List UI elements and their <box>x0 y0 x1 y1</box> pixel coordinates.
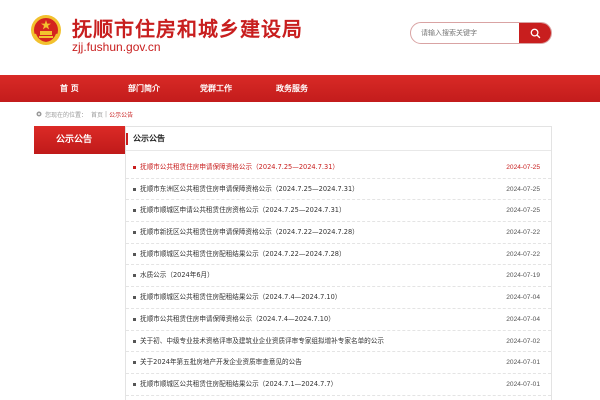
list-bullet <box>133 209 136 213</box>
list-item[interactable]: 抚顺市顺城区公共租赁住房配租结果公示（2024.7.1—2024.7.7） 20… <box>126 374 551 396</box>
list-item[interactable]: 抚顺市东洲区公共租赁住房申请保障资格公示（2024.7.25—2024.7.31… <box>126 179 551 201</box>
list-item-date: 2024-07-01 <box>506 380 540 388</box>
list-item-date: 2024-07-01 <box>506 359 540 367</box>
site-title: 抚顺市住房和城乡建设局 <box>72 17 303 41</box>
nav-item-party-work[interactable]: 党群工作 <box>200 75 232 102</box>
sidebar-tab-announcements[interactable]: 公示公告 <box>34 126 126 154</box>
breadcrumb-prefix: 您现在的位置： <box>45 111 88 119</box>
search-input[interactable] <box>411 23 523 43</box>
breadcrumb-home-link[interactable]: 首页 <box>91 110 103 119</box>
nav-item-department-intro[interactable]: 部门简介 <box>128 75 160 102</box>
panel-title: 公示公告 <box>133 134 165 143</box>
main-nav: 首 页 部门简介 党群工作 政务服务 <box>0 75 600 102</box>
list-item-title[interactable]: 水质公示（2024年6月） <box>140 265 214 286</box>
list-item[interactable]: 抚顺市顺城区申请公共租赁住房资格公示（2024.7.25—2024.7.31） … <box>126 200 551 223</box>
list-item-date: 2024-07-25 <box>506 207 540 215</box>
list-item-title[interactable]: 抚顺市公共租赁住房申请保障资格公示（2024.7.4—2024.7.10） <box>140 309 335 330</box>
list-item[interactable]: 抚顺市公共租赁住房申请保障资格公示（2024.7.4—2024.7.10） 20… <box>126 309 551 331</box>
search-icon <box>530 24 541 43</box>
list-item[interactable]: 抚顺市公共租赁住房申请保障资格公示（2024.7.25—2024.7.31） 2… <box>126 157 551 179</box>
list-item-date: 2024-07-04 <box>506 294 540 302</box>
site-header: 抚顺市住房和城乡建设局 zjj.fushun.gov.cn <box>0 0 600 75</box>
list-bullet <box>133 361 136 365</box>
breadcrumb: 您现在的位置： 首页 | 公示公告 <box>36 108 133 120</box>
list-item-title[interactable]: 抚顺市顺城区公共租赁住房配租结果公示（2024.7.4—2024.7.10） <box>140 287 341 308</box>
list-bullet <box>133 231 136 235</box>
list-bullet <box>133 166 136 169</box>
search-box <box>410 22 552 44</box>
list-item-title[interactable]: 关于2024年第五批房地产开发企业资质审查意见的公告 <box>140 352 302 373</box>
list-item-title[interactable]: 关于初、中级专业技术资格评审及建筑业企业资质评审专家组拟增补专家名单的公示 <box>140 331 384 352</box>
list-item-date: 2024-07-22 <box>506 250 540 258</box>
list-item[interactable]: 抚顺市顺城区公共租赁住房配租结果公示（2024.7.4—2024.7.10） 2… <box>126 287 551 309</box>
site-domain: zjj.fushun.gov.cn <box>72 40 161 54</box>
list-item-title[interactable]: 抚顺市顺城区公共租赁住房配租结果公示（2024.7.22—2024.7.28） <box>140 244 346 265</box>
list-bullet <box>133 252 136 256</box>
list-item-date: 2024-07-22 <box>506 229 540 237</box>
list-item[interactable]: 关于2024年第五批房地产开发企业资质审查意见的公告 2024-07-01 <box>126 352 551 374</box>
panel-header: 公示公告 <box>126 127 551 151</box>
list-bullet <box>133 339 136 343</box>
list-item-title[interactable]: 抚顺市公共租赁住房申请保障资格公示（2024.7.25—2024.7.31） <box>140 157 339 178</box>
national-emblem-icon <box>30 14 62 46</box>
list-item-title[interactable]: 抚顺市东洲区公共租赁住房申请保障资格公示（2024.7.25—2024.7.31… <box>140 179 359 200</box>
list-item-date: 2024-07-02 <box>506 337 540 345</box>
list-item[interactable]: 抚顺市顺城区公共租赁住房配租结果公示（2024.7.22—2024.7.28） … <box>126 244 551 266</box>
announcement-list: 抚顺市公共租赁住房申请保障资格公示（2024.7.25—2024.7.31） 2… <box>126 157 551 396</box>
list-item-date: 2024-07-04 <box>506 315 540 323</box>
list-bullet <box>133 296 136 300</box>
list-item-date: 2024-07-19 <box>506 272 540 280</box>
announcement-panel: 公示公告 抚顺市公共租赁住房申请保障资格公示（2024.7.25—2024.7.… <box>125 126 552 400</box>
list-item-title[interactable]: 抚顺市新抚区公共租赁住房申请保障资格公示（2024.7.22—2024.7.28… <box>140 222 359 243</box>
breadcrumb-separator: | <box>105 110 108 118</box>
nav-item-home[interactable]: 首 页 <box>60 75 79 102</box>
location-icon <box>36 111 42 117</box>
breadcrumb-current[interactable]: 公示公告 <box>109 110 133 119</box>
nav-item-government-services[interactable]: 政务服务 <box>276 75 308 102</box>
list-item-date: 2024-07-25 <box>506 185 540 193</box>
panel-header-accent <box>126 133 128 145</box>
list-bullet <box>133 317 136 321</box>
list-item[interactable]: 抚顺市新抚区公共租赁住房申请保障资格公示（2024.7.22—2024.7.28… <box>126 222 551 244</box>
list-item[interactable]: 水质公示（2024年6月） 2024-07-19 <box>126 265 551 288</box>
list-item[interactable]: 关于初、中级专业技术资格评审及建筑业企业资质评审专家组拟增补专家名单的公示 20… <box>126 331 551 353</box>
list-bullet <box>133 187 136 191</box>
list-item-date: 2024-07-25 <box>506 164 540 171</box>
search-button[interactable] <box>519 23 551 43</box>
list-bullet <box>133 382 136 386</box>
list-bullet <box>133 274 136 278</box>
list-item-title[interactable]: 抚顺市顺城区公共租赁住房配租结果公示（2024.7.1—2024.7.7） <box>140 374 337 395</box>
list-item-title[interactable]: 抚顺市顺城区申请公共租赁住房资格公示（2024.7.25—2024.7.31） <box>140 200 346 221</box>
